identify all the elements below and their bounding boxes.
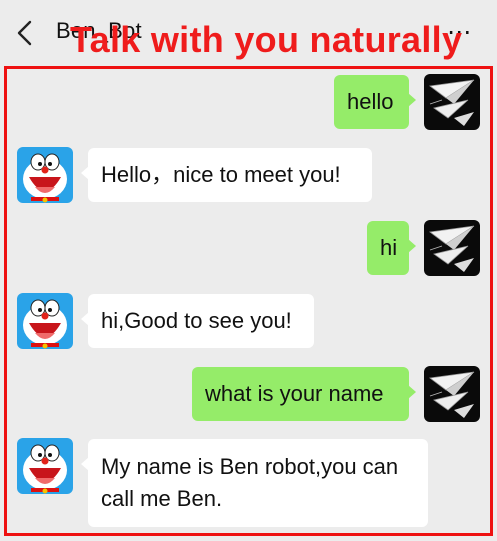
message-text: Hello，nice to meet you! xyxy=(101,162,341,187)
user-avatar[interactable] xyxy=(424,74,480,130)
message-bubble-user[interactable]: what is your name xyxy=(192,367,416,421)
message-text: what is your name xyxy=(205,381,384,406)
message-text: hi xyxy=(380,235,398,260)
message-text: hi,Good to see you! xyxy=(101,308,292,333)
message-bubble-bot[interactable]: My name is Ben robot,you can call me Ben… xyxy=(81,439,428,527)
bot-avatar[interactable] xyxy=(17,438,73,494)
message-bubble-user[interactable]: hi xyxy=(367,221,416,275)
paper-plane-icon xyxy=(424,74,480,130)
bot-avatar[interactable] xyxy=(17,147,73,203)
user-avatar[interactable] xyxy=(424,366,480,422)
doraemon-avatar-icon xyxy=(17,293,73,349)
doraemon-avatar-icon xyxy=(17,438,73,494)
bot-avatar[interactable] xyxy=(17,293,73,349)
paper-plane-icon xyxy=(424,366,480,422)
message-bubble-bot[interactable]: hi,Good to see you! xyxy=(81,294,314,348)
back-arrow-icon[interactable] xyxy=(14,20,36,46)
message-bubble-bot[interactable]: Hello，nice to meet you! xyxy=(81,148,372,202)
feature-banner: Talk with you naturally xyxy=(70,19,463,60)
paper-plane-icon xyxy=(424,220,480,276)
message-bubble-user[interactable]: hello xyxy=(334,75,416,129)
message-text: hello xyxy=(347,89,394,114)
doraemon-avatar-icon xyxy=(17,147,73,203)
message-text: My name is Ben robot,you can call me Ben… xyxy=(101,454,399,511)
user-avatar[interactable] xyxy=(424,220,480,276)
